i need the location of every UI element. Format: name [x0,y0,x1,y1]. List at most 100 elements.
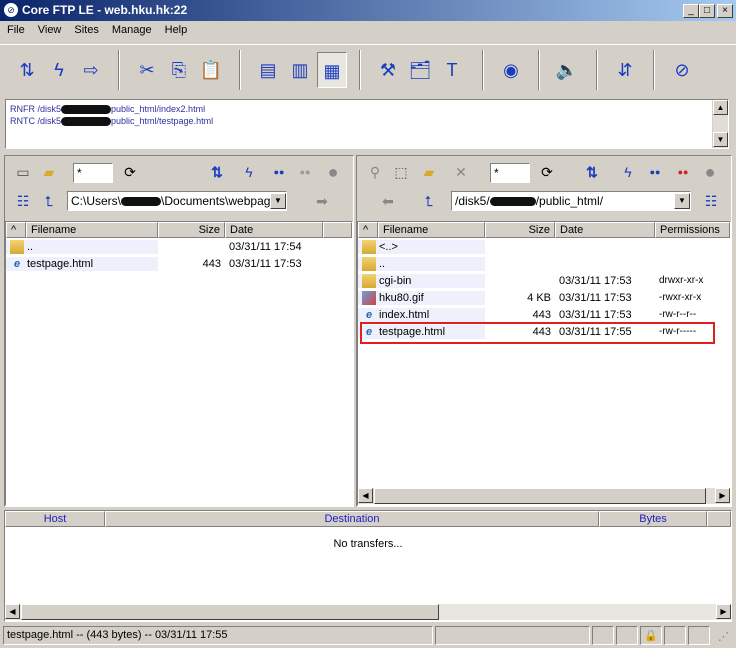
sync-button[interactable]: ⇵ [610,52,640,88]
parent-dir-icon[interactable]: ⮤ [40,192,58,210]
select-icon[interactable]: ⬚ [392,163,410,181]
minimize-button[interactable]: _ [683,4,699,18]
column-filename[interactable]: Filename [378,222,485,238]
queue-remote-icon[interactable]: ●● [674,163,692,181]
sort-column[interactable]: ^ [358,222,378,238]
column-host[interactable]: Host [5,511,105,527]
sound-button[interactable]: 🔈 [552,52,582,88]
menu-view[interactable]: View [31,22,68,40]
parent-dir-icon[interactable]: ⮤ [420,192,438,210]
menu-sites[interactable]: Sites [67,22,104,40]
search-icon[interactable]: ⚲ [366,163,384,181]
drive-icon[interactable]: ▭ [14,163,32,181]
transfer-mode-icon[interactable]: ⇅ [208,163,226,181]
view-button[interactable]: ◉ [496,52,526,88]
menu-help[interactable]: Help [158,22,194,40]
local-filter-input[interactable]: * [73,163,113,183]
disconnect-button[interactable]: ⇨ [76,52,106,88]
list-item[interactable]: .. 03/31/11 17:54 [6,238,352,255]
scroll-left-button[interactable]: ◀ [5,604,20,619]
scroll-up-button[interactable]: ▲ [713,100,728,115]
auto-mode-button[interactable]: ▦ [317,52,347,88]
delete-icon[interactable]: ✕ [452,163,470,181]
tree-view-icon[interactable]: ☷ [702,192,720,210]
image-file-icon [362,290,376,305]
settings-button[interactable]: ⚒ [373,52,403,88]
binary-mode-button[interactable]: ▥ [285,52,315,88]
file-date: 03/31/11 17:53 [229,257,302,270]
list-item[interactable]: e testpage.html 443 03/31/11 17:53 [6,255,352,272]
remote-file-list[interactable]: ^ Filename Size Date Permissions <..> ..… [357,221,731,506]
scroll-right-button[interactable]: ▶ [716,604,731,619]
sort-column[interactable]: ^ [6,222,26,238]
toolbar-separator [239,50,241,90]
scroll-thumb[interactable] [21,604,439,620]
quick-transfer-icon[interactable]: ϟ [240,163,258,181]
view-text-button[interactable]: ▤ [253,52,283,88]
scroll-right-button[interactable]: ▶ [715,488,730,503]
file-date: 03/31/11 17:53 [559,291,632,304]
local-path-input[interactable]: C:\Users\ \Documents\webpages [67,191,287,211]
tree-view-icon[interactable]: ☷ [14,192,32,210]
scroll-left-button[interactable]: ◀ [358,488,373,503]
file-size: 4 KB [527,291,551,304]
remote-filter-input[interactable]: * [490,163,530,183]
remote-hscrollbar[interactable]: ◀ ▶ [358,488,730,504]
new-folder-icon[interactable]: ▰ [40,163,58,181]
column-date[interactable]: Date [225,222,323,238]
site-manager-button[interactable]: 🗂 [405,52,435,88]
column-size[interactable]: Size [158,222,225,238]
log-scrollbar[interactable]: ▲ ▼ [712,100,728,148]
scroll-thumb[interactable] [374,488,706,504]
about-icon: ⊘ [674,60,690,80]
status-text: testpage.html -- (443 bytes) -- 03/31/11… [3,626,433,645]
quick-transfer-icon[interactable]: ϟ [619,163,637,181]
remote-path-dropdown[interactable]: ▼ [674,193,690,209]
copy-button[interactable]: ⎘ [164,52,194,88]
list-item[interactable]: e index.html 443 03/31/11 17:53 -rw-r--r-… [358,306,730,323]
resize-grip-icon[interactable]: ⋰ [718,630,729,643]
cut-button[interactable]: ✂ [132,52,162,88]
file-name: testpage.html [27,257,94,270]
remote-path-input[interactable]: /disk5//public_html/ [451,191,691,211]
paste-button[interactable]: 📋 [196,52,226,88]
list-item[interactable]: hku80.gif 4 KB 03/31/11 17:53 -rwxr-xr-x [358,289,730,306]
queue-icon[interactable]: ●● [646,163,664,181]
scroll-down-button[interactable]: ▼ [713,132,728,147]
refresh-icon[interactable]: ⟳ [121,163,139,181]
quick-connect-button[interactable]: ϟ [44,52,74,88]
maximize-button[interactable]: □ [699,4,715,18]
transfer-hscrollbar[interactable]: ◀ ▶ [5,604,731,620]
column-size[interactable]: Size [485,222,555,238]
menu-file[interactable]: File [0,22,31,40]
column-date[interactable]: Date [555,222,655,238]
status-panel [688,626,710,645]
close-button[interactable]: × [717,4,733,18]
transfer-queue[interactable]: Host Destination Bytes No transfers... ◀… [4,510,732,622]
column-filename[interactable]: Filename [26,222,158,238]
list-item[interactable]: cgi-bin 03/31/11 17:53 drwxr-xr-x [358,272,730,289]
folder-icon [10,239,24,254]
column-destination[interactable]: Destination [105,511,599,527]
highlight-box [360,322,715,344]
about-button[interactable]: ⊘ [667,52,697,88]
local-file-list[interactable]: ^ Filename Size Date .. 03/31/11 17:54 e… [5,221,353,506]
sound-icon: 🔈 [555,60,579,80]
quick-connect-icon: ϟ [54,60,64,80]
menu-manage[interactable]: Manage [105,22,158,40]
status-panel [616,626,638,645]
list-item[interactable]: .. [358,255,730,272]
queue-icon[interactable]: ●● [270,163,288,181]
local-path-dropdown[interactable]: ▼ [270,193,286,209]
refresh-icon[interactable]: ⟳ [538,163,556,181]
column-bytes[interactable]: Bytes [599,511,707,527]
transfer-header: Host Destination Bytes [5,511,731,527]
list-item[interactable]: <..> [358,238,730,255]
column-permissions[interactable]: Permissions [655,222,730,238]
connect-button[interactable]: ⇅ [12,52,42,88]
toolbar-separator [538,50,540,90]
app-icon: ⊘ [4,3,18,17]
new-folder-icon[interactable]: ▰ [420,163,438,181]
edit-button[interactable]: T [437,52,467,88]
transfer-mode-icon[interactable]: ⇅ [583,163,601,181]
